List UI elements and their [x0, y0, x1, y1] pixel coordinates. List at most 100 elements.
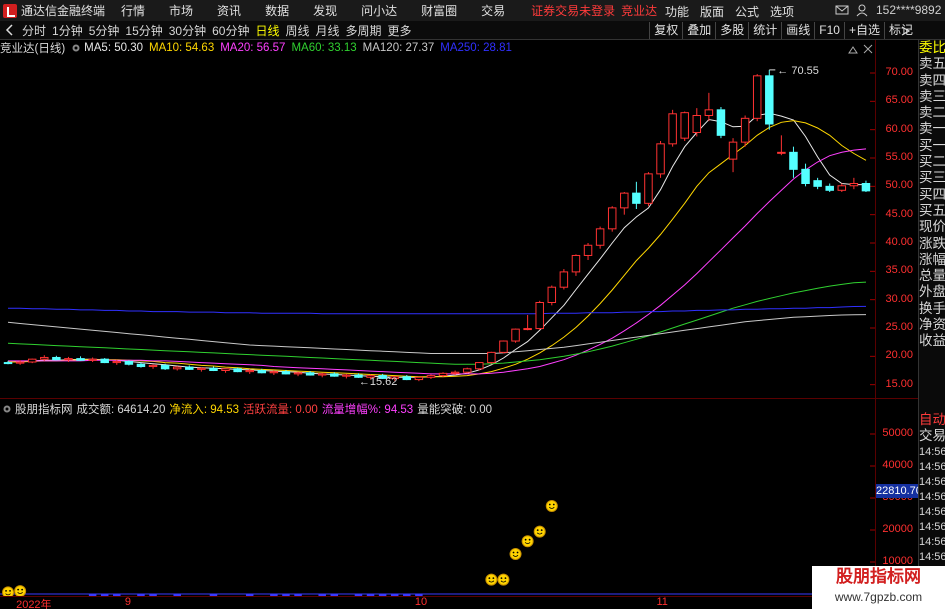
quote-tab[interactable]: 卖五: [919, 56, 945, 72]
candle: [124, 360, 134, 366]
candle: [511, 328, 520, 343]
net-inflow-marker: [14, 585, 27, 596]
quote-tab[interactable]: 净资: [919, 317, 945, 333]
candle: [849, 177, 859, 190]
candle: [148, 364, 158, 369]
quote-tab[interactable]: 买四: [919, 187, 945, 203]
candle: [740, 115, 750, 147]
candle: [559, 269, 569, 290]
candle: [342, 373, 351, 379]
more-arrow-icon[interactable]: [899, 24, 913, 38]
indicator-bar: [88, 594, 97, 596]
trade-item: 14:56: [919, 475, 945, 488]
ma-line-ma10: [8, 120, 867, 378]
quote-tab[interactable]: 总量: [919, 268, 945, 284]
candle: [185, 365, 194, 370]
trade-item: 14:56: [919, 445, 945, 458]
quote-tab[interactable]: 卖二: [919, 105, 945, 121]
trade-item[interactable]: 自动: [919, 412, 945, 428]
candle: [462, 367, 472, 374]
current-value-box: 22810.70: [876, 484, 918, 498]
quote-tab[interactable]: 卖一: [919, 121, 945, 137]
net-inflow-marker: [485, 573, 498, 586]
candle: [523, 314, 532, 331]
ma-line-ma120: [7, 314, 867, 354]
indicator-bar: [366, 594, 375, 596]
indicator-bar: [270, 594, 278, 596]
candle: [27, 358, 37, 364]
ma-line-ma5: [7, 112, 866, 378]
price-tick: 45.00: [885, 207, 913, 220]
quote-tab[interactable]: 换手: [919, 301, 945, 317]
candle: [728, 138, 738, 173]
candle: [233, 367, 242, 373]
candle: [656, 141, 665, 178]
candle: [704, 92, 714, 122]
trade-item: 14:56: [919, 550, 945, 563]
quote-tab[interactable]: 外盘: [919, 284, 945, 300]
price-tick: 15.00: [885, 377, 913, 390]
x-tick: 9: [124, 596, 131, 608]
quote-tab[interactable]: 现价: [919, 219, 945, 235]
watermark: 股朋指标网 www.7gpzb.com: [812, 566, 945, 609]
candle: [571, 254, 581, 276]
indicator-bar: [354, 594, 363, 596]
trade-item[interactable]: 交易: [919, 428, 945, 444]
candle: [607, 206, 617, 232]
quote-tab[interactable]: 涨跌: [919, 236, 945, 252]
indicator-bar: [282, 594, 290, 596]
trade-item: 14:56: [919, 535, 945, 548]
candle: [583, 243, 593, 260]
net-inflow-marker: [533, 525, 546, 538]
candle: [172, 365, 182, 371]
quote-tab[interactable]: 买五: [919, 203, 945, 219]
candle: [632, 181, 641, 209]
trade-item: 14:56: [919, 505, 945, 518]
quote-tab[interactable]: 卖四: [919, 73, 945, 89]
candle: [825, 183, 834, 192]
indicator-bar: [403, 594, 411, 596]
price-tick: 50.00: [885, 179, 913, 192]
x-tick: 11: [656, 596, 668, 608]
indicator-bar: [245, 594, 254, 596]
volume-tick: 20000: [882, 523, 913, 535]
price-tick: 60.00: [885, 122, 913, 135]
quote-tab[interactable]: 买三: [919, 170, 945, 186]
candle: [595, 226, 605, 249]
indicator-bar: [209, 594, 218, 596]
ma-line-ma20: [8, 148, 867, 375]
indicator-bar: [390, 594, 399, 596]
quote-tab[interactable]: 卖三: [919, 89, 945, 105]
indicator-bar: [415, 594, 423, 596]
candle: [269, 370, 279, 376]
candle: [752, 74, 762, 122]
price-tick: 30.00: [885, 292, 913, 305]
high-annotation: ← 70.55: [777, 65, 819, 77]
indicator-bar: [318, 594, 326, 596]
candle: [620, 192, 629, 215]
net-inflow-marker: [2, 586, 15, 596]
price-tick: 65.00: [885, 94, 913, 107]
candle: [765, 69, 774, 130]
candle: [487, 351, 496, 364]
price-tick: 55.00: [885, 151, 913, 163]
quote-tab[interactable]: 买二: [919, 154, 945, 170]
kline-chart[interactable]: ← 70.55 ←15.62: [0, 0, 875, 596]
indicator-bar: [378, 594, 387, 596]
quote-tab[interactable]: 买一: [919, 138, 945, 154]
candle: [293, 371, 303, 377]
candle: [644, 172, 653, 207]
candle: [801, 163, 810, 187]
candle: [76, 356, 85, 361]
user-account[interactable]: 152****9892: [876, 3, 941, 17]
quote-tab[interactable]: 收益: [919, 333, 945, 349]
quote-tab[interactable]: 涨幅: [919, 252, 945, 268]
quote-sidebar: 委比 卖五 卖四 卖三 卖二 卖一 买一 买二 买三 买四 买五 现价 涨跌 涨幅 总量 外盘 换手 净资 收益: [918, 40, 945, 412]
candle: [499, 340, 508, 354]
trade-item: 14:56: [919, 490, 945, 503]
quote-tab[interactable]: 委比: [919, 40, 945, 56]
indicator-bar: [100, 594, 109, 596]
candle: [777, 135, 786, 156]
candle: [668, 109, 677, 147]
low-annotation: ←15.62: [359, 376, 398, 388]
